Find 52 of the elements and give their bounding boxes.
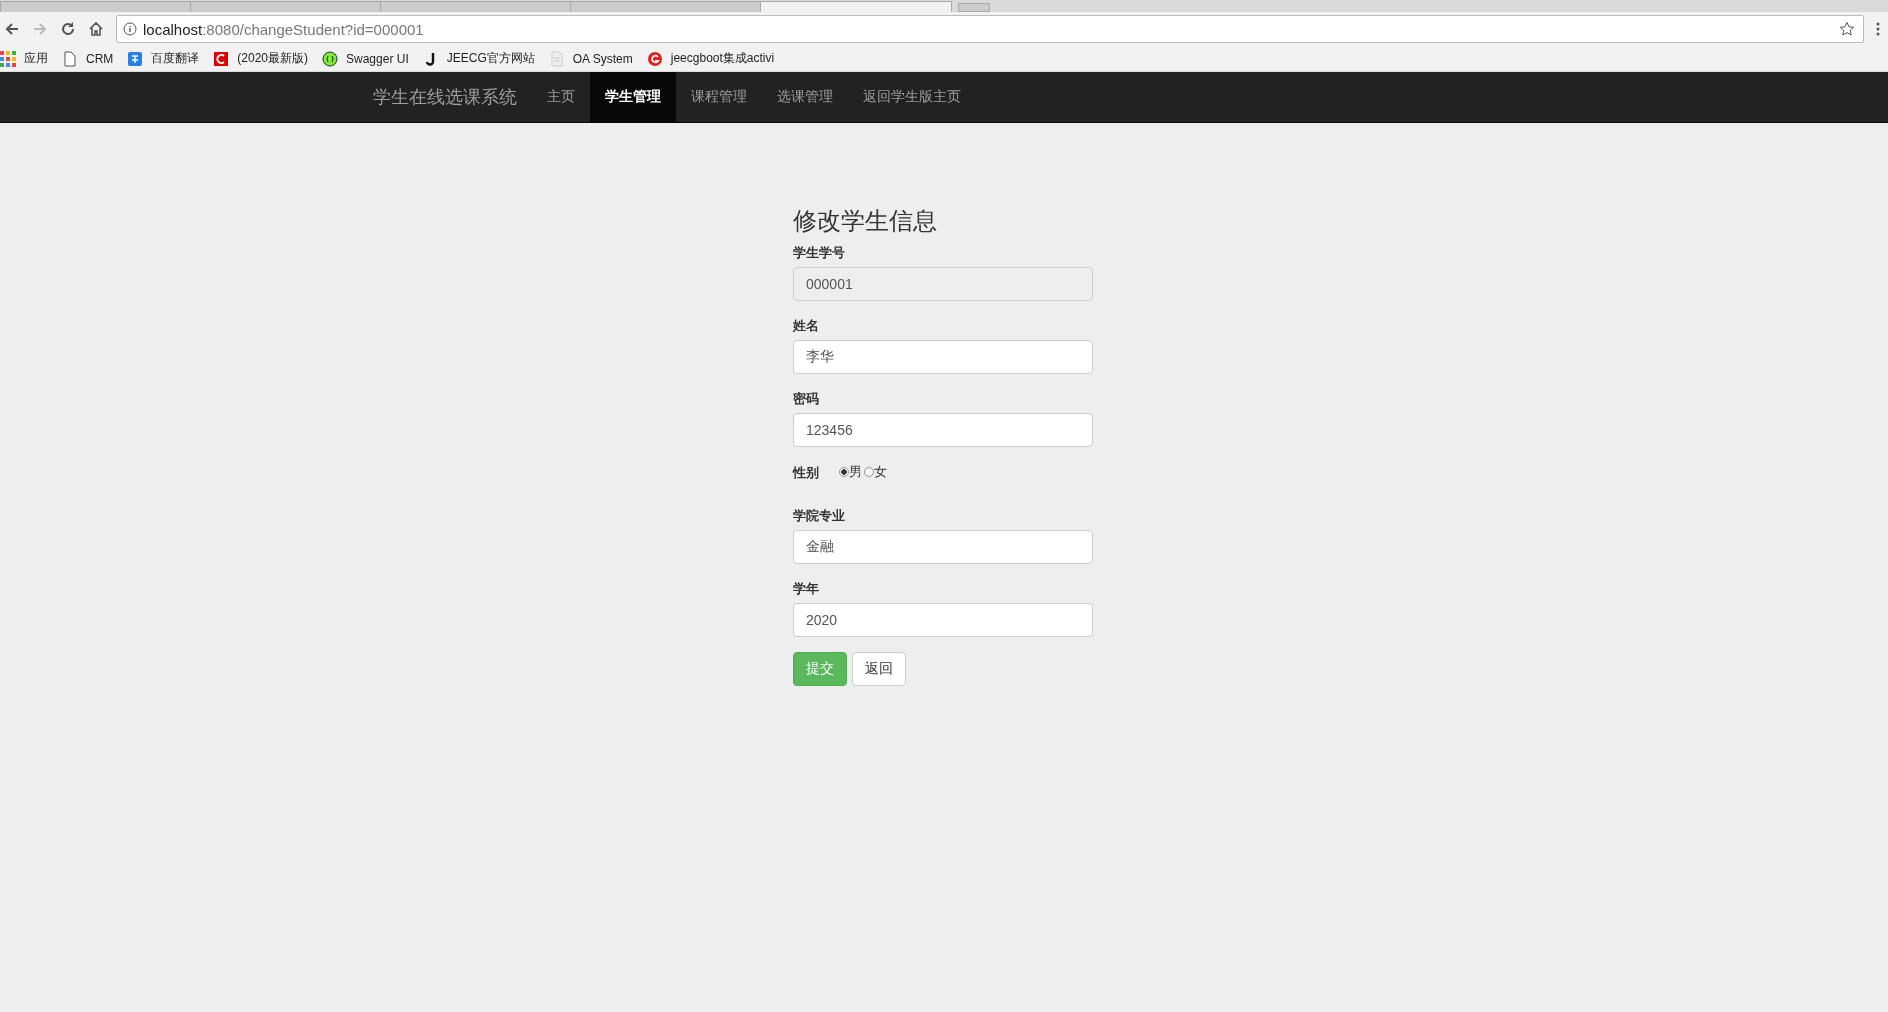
field-label: 学院专业 bbox=[793, 507, 846, 525]
document-icon bbox=[548, 50, 565, 67]
info-icon[interactable] bbox=[123, 22, 137, 36]
url-text: localhost:8080/changeStudent?id=000001 bbox=[143, 20, 424, 38]
nav-link[interactable]: 学生管理 bbox=[590, 72, 676, 122]
apps-grid-icon bbox=[0, 50, 16, 67]
new-tab-button[interactable] bbox=[958, 3, 990, 12]
back-button[interactable]: 返回 bbox=[852, 652, 906, 686]
forward-icon[interactable] bbox=[32, 21, 48, 37]
reload-icon[interactable] bbox=[60, 21, 76, 37]
page-title: 修改学生信息 bbox=[793, 206, 938, 236]
browser-tab[interactable] bbox=[0, 1, 192, 12]
field-label: 密码 bbox=[793, 390, 820, 408]
translate-icon bbox=[127, 50, 144, 67]
radio-label[interactable]: 女 bbox=[874, 463, 887, 481]
page-icon bbox=[62, 50, 78, 67]
input-field[interactable]: 李华 bbox=[793, 340, 1093, 374]
radio-button[interactable] bbox=[839, 467, 849, 477]
nav-link[interactable]: 主页 bbox=[532, 72, 590, 122]
radio-label[interactable]: 男 bbox=[849, 463, 862, 481]
bookmark[interactable]: 应用 bbox=[0, 50, 48, 67]
nav-link[interactable]: 返回学生版主页 bbox=[848, 72, 976, 122]
star-icon[interactable] bbox=[1839, 21, 1855, 37]
bookmark[interactable]: (2020最新版) bbox=[213, 50, 308, 67]
bookmark[interactable]: Swagger UI bbox=[322, 50, 409, 67]
field-label: 学年 bbox=[793, 580, 820, 598]
browser-tab[interactable] bbox=[190, 1, 382, 12]
nav-link[interactable]: 课程管理 bbox=[676, 72, 762, 122]
radio-button[interactable] bbox=[864, 467, 874, 477]
g-logo-icon bbox=[646, 50, 663, 67]
c-logo-icon bbox=[213, 50, 230, 67]
menu-icon[interactable] bbox=[1876, 21, 1880, 37]
address-bar[interactable]: localhost:8080/changeStudent?id=000001 bbox=[116, 15, 1864, 43]
back-icon[interactable] bbox=[4, 21, 20, 37]
bookmark[interactable]: 百度翻译 bbox=[127, 50, 200, 67]
browser-tab[interactable] bbox=[380, 1, 572, 12]
swagger-icon bbox=[322, 50, 338, 67]
browser-tab[interactable] bbox=[760, 1, 952, 12]
field-label: 姓名 bbox=[793, 317, 820, 335]
bookmark[interactable]: jeecgboot集成activi bbox=[646, 50, 775, 67]
browser-tab[interactable] bbox=[570, 1, 762, 12]
input-field[interactable]: 2020 bbox=[793, 603, 1093, 637]
bookmark[interactable]: CRM bbox=[62, 50, 114, 67]
bookmark[interactable]: JEECG官方网站 bbox=[422, 50, 535, 67]
field-label: 性别 bbox=[793, 463, 819, 482]
bookmark[interactable]: OA System bbox=[548, 50, 633, 67]
brand-link[interactable]: 学生在线选课系统 bbox=[358, 72, 532, 122]
input-field[interactable]: 123456 bbox=[793, 413, 1093, 447]
input-field[interactable]: 金融 bbox=[793, 530, 1093, 564]
home-icon[interactable] bbox=[88, 21, 104, 37]
field-label: 学生学号 bbox=[793, 244, 846, 262]
nav-link[interactable]: 选课管理 bbox=[762, 72, 848, 122]
